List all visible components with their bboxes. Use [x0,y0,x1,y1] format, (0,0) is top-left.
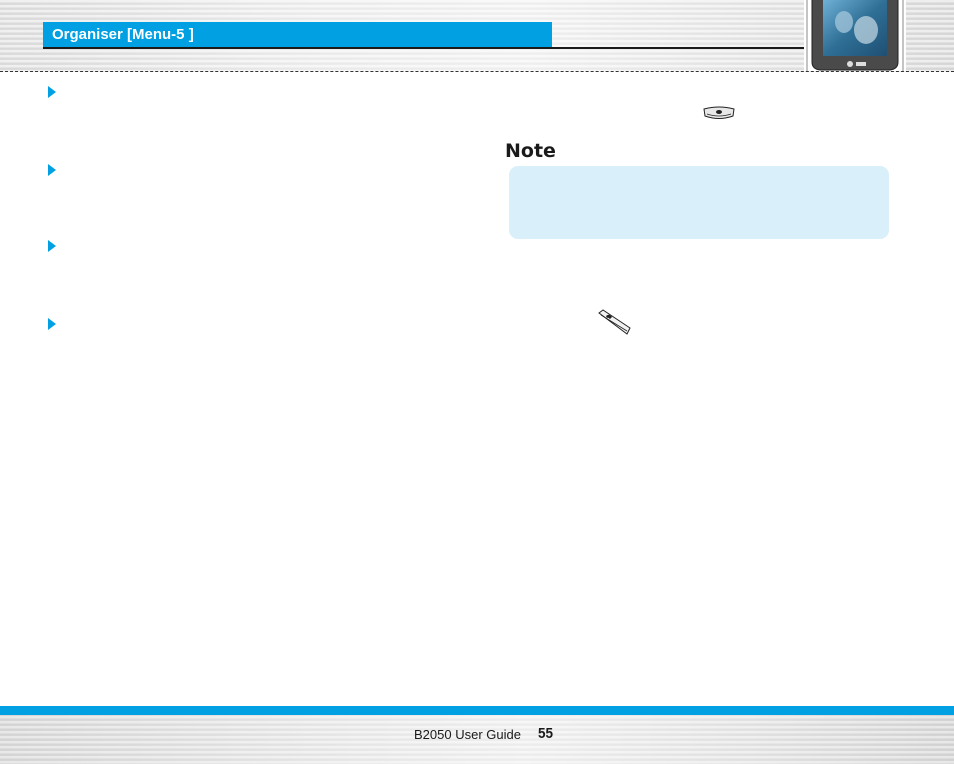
title-rule [43,47,805,49]
footer-guide-label: B2050 User Guide [414,727,521,742]
phone-illustration [804,0,906,71]
triangle-bullet-icon [48,318,56,330]
section-title-bar: Organiser [Menu-5 ] [43,22,552,47]
send-key-icon [598,309,631,335]
section-title: Organiser [Menu-5 ] [52,26,194,43]
triangle-bullet-icon [48,240,56,252]
ok-key-icon [703,106,735,119]
dashed-divider [0,71,954,72]
note-heading: Note [505,140,556,162]
page-number: 55 [538,725,554,742]
note-box [509,166,889,239]
triangle-bullet-icon [48,86,56,98]
footer-stripe [0,706,954,715]
triangle-bullet-icon [48,164,56,176]
